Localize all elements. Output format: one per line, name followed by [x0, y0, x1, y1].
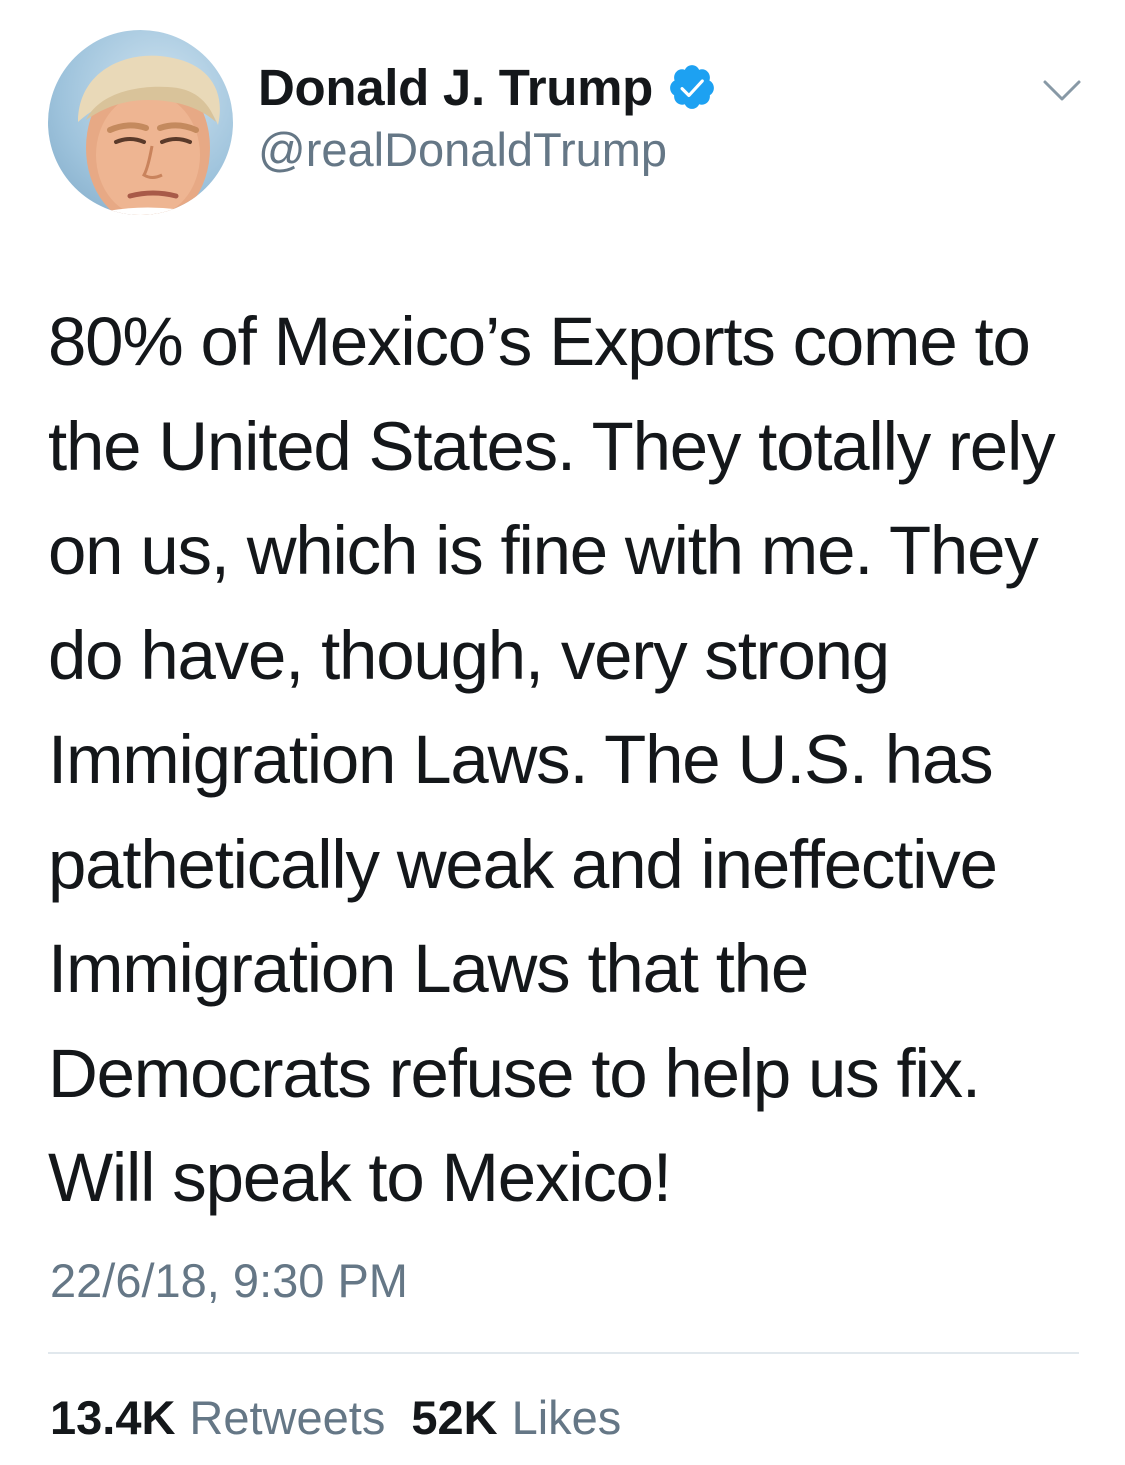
likes-stat[interactable]: 52K Likes [411, 1390, 621, 1445]
tweet-card: Donald J. Trump @realDonaldTrump 80% of … [0, 0, 1125, 1465]
author-display-name[interactable]: Donald J. Trump [258, 58, 653, 117]
author-handle[interactable]: @realDonaldTrump [258, 122, 667, 177]
retweets-label: Retweets [189, 1391, 386, 1444]
tweet-text-line: Democrats refuse to help us fix. [48, 1034, 981, 1112]
tweet-text-line: on us, which is fine with me. They [48, 512, 1039, 589]
author-name-row[interactable]: Donald J. Trump [258, 55, 717, 119]
verified-badge-icon [667, 62, 717, 112]
tweet-text-line: Immigration Laws that the [48, 930, 809, 1007]
tweet-text-line: the United States. They totally rely [48, 407, 1056, 485]
tweet-text-line: pathetically weak and ineffective [48, 825, 998, 903]
tweet-text-line: do have, though, very strong [48, 616, 890, 694]
tweet-text: 80% of Mexico’s Exports come to the Unit… [48, 290, 1098, 1231]
retweets-count: 13.4K [50, 1391, 176, 1444]
likes-count: 52K [411, 1391, 498, 1444]
tweet-text-line: 80% of Mexico’s Exports come to [48, 303, 1031, 380]
tweet-stats: 13.4K Retweets 52K Likes [50, 1390, 621, 1445]
author-avatar[interactable] [48, 30, 233, 215]
retweets-stat[interactable]: 13.4K Retweets [50, 1390, 385, 1445]
tweet-text-line: Immigration Laws. The U.S. has [48, 721, 994, 798]
likes-label: Likes [511, 1391, 622, 1444]
tweet-text-line: Will speak to Mexico! [48, 1139, 672, 1216]
chevron-down-icon[interactable] [1042, 78, 1082, 104]
avatar-photo-icon [78, 55, 220, 215]
divider [48, 1352, 1079, 1354]
tweet-timestamp[interactable]: 22/6/18, 9:30 PM [50, 1253, 408, 1308]
